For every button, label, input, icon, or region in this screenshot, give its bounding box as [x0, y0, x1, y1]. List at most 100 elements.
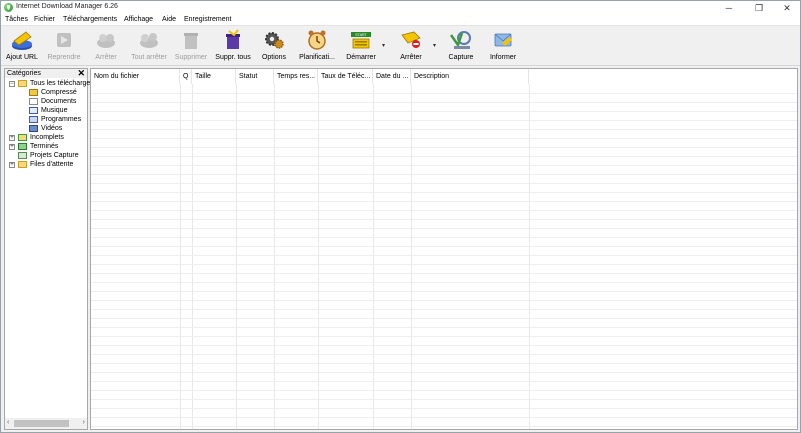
column-separator	[274, 84, 275, 429]
window-title: Internet Download Manager 6.26	[16, 3, 118, 10]
menu-taches[interactable]: Tâches	[5, 16, 28, 23]
delete-all-icon	[226, 29, 240, 49]
tree-item-compressed[interactable]: Compressé	[5, 88, 87, 97]
capture-button[interactable]: Capture	[443, 26, 479, 66]
expand-icon[interactable]: +	[9, 144, 15, 150]
title-bar: Internet Download Manager 6.26 ─ ❐ ✕	[1, 1, 800, 15]
row-separator	[91, 246, 797, 247]
column-header-queue[interactable]: Q	[180, 69, 192, 84]
tree-item-programs[interactable]: Programmes	[5, 115, 87, 124]
tree-item-documents[interactable]: Documents	[5, 97, 87, 106]
music-icon	[29, 107, 38, 114]
row-separator	[91, 264, 797, 265]
expand-icon[interactable]: +	[9, 135, 15, 141]
resume-button[interactable]: Reprendre	[45, 26, 83, 66]
minimize-button[interactable]: ─	[718, 1, 740, 15]
categories-horizontal-scrollbar[interactable]: ‹ ›	[5, 418, 87, 429]
archive-icon	[29, 89, 38, 96]
start-dropdown-arrow[interactable]: ▾	[382, 43, 387, 49]
close-button[interactable]: ✕	[776, 1, 798, 15]
stop-button[interactable]: Arrêter	[88, 26, 124, 66]
row-separator	[91, 381, 797, 382]
expand-icon[interactable]: +	[9, 162, 15, 168]
program-icon	[29, 116, 38, 123]
toolbar: Ajout URL Reprendre Arrêter Tout arrêter…	[1, 26, 800, 66]
row-separator	[91, 219, 797, 220]
stop-all-button[interactable]: Tout arrêter	[128, 26, 170, 66]
row-separator	[91, 408, 797, 409]
row-separator	[91, 273, 797, 274]
row-separator	[91, 237, 797, 238]
delete-button[interactable]: Supprimer	[172, 26, 210, 66]
maximize-button[interactable]: ❐	[748, 1, 770, 15]
row-separator	[91, 363, 797, 364]
app-window: Internet Download Manager 6.26 ─ ❐ ✕ Tâc…	[0, 0, 801, 433]
start-badge-label: START	[355, 33, 367, 37]
column-separator	[180, 84, 181, 429]
incomplete-folder-icon	[18, 134, 27, 141]
close-categories-icon[interactable]: ✕	[77, 68, 85, 79]
row-separator	[91, 102, 797, 103]
row-separator	[91, 399, 797, 400]
finished-folder-icon	[18, 143, 27, 150]
start-queue-button[interactable]: START Démarrer	[341, 26, 381, 66]
scroll-left-icon[interactable]: ‹	[7, 419, 9, 426]
tree-item-capture-projects[interactable]: Projets Capture	[5, 151, 87, 160]
stop-icon	[97, 34, 115, 48]
gear-icon	[265, 32, 284, 49]
menu-affichage[interactable]: Affichage	[124, 16, 153, 23]
categories-header: Catégories ✕	[5, 68, 87, 79]
column-separator	[236, 84, 237, 429]
menu-fichier[interactable]: Fichier	[34, 16, 55, 23]
scheduler-button[interactable]: Planificati...	[296, 26, 338, 66]
capture-project-icon	[18, 152, 27, 159]
column-separator	[318, 84, 319, 429]
categories-title: Catégories	[7, 70, 41, 77]
column-header-description[interactable]: Description	[411, 69, 529, 84]
scroll-right-icon[interactable]: ›	[83, 419, 85, 426]
row-separator	[91, 336, 797, 337]
row-separator	[91, 309, 797, 310]
clock-icon	[308, 30, 326, 50]
folder-open-icon	[18, 80, 27, 87]
scrollbar-thumb[interactable]	[14, 420, 69, 427]
row-separator	[91, 147, 797, 148]
document-icon	[29, 98, 38, 105]
column-header-transfer-rate[interactable]: Taux de Téléc...	[318, 69, 373, 84]
column-separator	[411, 84, 412, 429]
tree-item-videos[interactable]: Vidéos	[5, 124, 87, 133]
tree-item-all-downloads[interactable]: − Tous les téléchargements	[5, 79, 109, 88]
row-separator	[91, 165, 797, 166]
tree-item-incomplete[interactable]: + Incomplets	[5, 133, 87, 142]
tree-item-music[interactable]: Musique	[5, 106, 87, 115]
tree-item-finished[interactable]: + Terminés	[5, 142, 87, 151]
menu-aide[interactable]: Aide	[162, 16, 176, 23]
downloads-list[interactable]: Nom du fichier Q Taille Statut Temps res…	[90, 68, 798, 430]
menu-enregistrement[interactable]: Enregistrement	[184, 16, 231, 23]
delete-all-button[interactable]: Suppr. tous	[213, 26, 253, 66]
stop-queue-button[interactable]: Arrêter	[391, 26, 431, 66]
resume-icon	[57, 33, 71, 47]
add-url-icon	[12, 31, 32, 50]
row-separator	[91, 354, 797, 355]
column-header-status[interactable]: Statut	[236, 69, 274, 84]
row-separator	[91, 228, 797, 229]
row-separator	[91, 210, 797, 211]
row-separator	[91, 156, 797, 157]
column-header-size[interactable]: Taille	[192, 69, 236, 84]
row-separator	[91, 111, 797, 112]
column-header-time-left[interactable]: Temps res...	[274, 69, 318, 84]
stop-queue-dropdown-arrow[interactable]: ▾	[433, 43, 438, 49]
row-separator	[91, 174, 797, 175]
tree-item-queues[interactable]: + Files d'attente	[5, 160, 87, 169]
column-header-date[interactable]: Date du ...	[373, 69, 411, 84]
column-separator	[373, 84, 374, 429]
stop-all-icon	[140, 33, 158, 48]
add-url-button[interactable]: Ajout URL	[3, 26, 41, 66]
menu-telechargements[interactable]: Téléchargements	[63, 16, 117, 23]
row-separator	[91, 318, 797, 319]
collapse-icon[interactable]: −	[9, 81, 15, 87]
inform-button[interactable]: Informer	[485, 26, 521, 66]
options-button[interactable]: Options	[257, 26, 291, 66]
column-header-filename[interactable]: Nom du fichier	[91, 69, 180, 84]
